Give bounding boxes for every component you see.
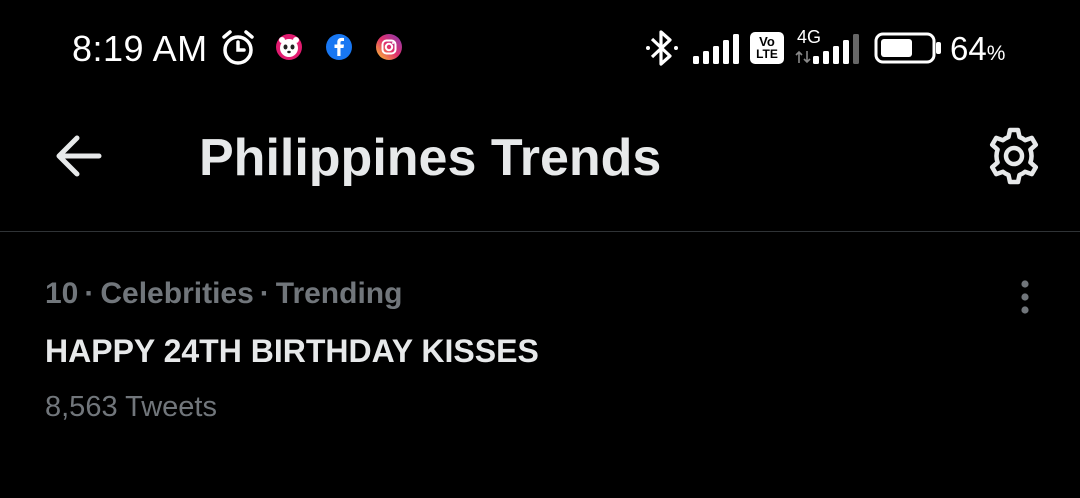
volte-icon: Vo LTE xyxy=(750,32,784,64)
header-bar: Philippines Trends xyxy=(0,100,1080,231)
volte-label-bottom: LTE xyxy=(756,47,778,61)
more-options-button[interactable] xyxy=(1000,272,1050,322)
trend-rank: 10 xyxy=(45,277,79,310)
trend-meta: 10 · Celebrities · Trending xyxy=(45,277,402,311)
trend-category: Celebrities xyxy=(100,277,254,310)
trend-meta-separator: · xyxy=(259,277,270,310)
page-title: Philippines Trends xyxy=(199,129,662,187)
signal-icon xyxy=(693,34,739,64)
trend-tweet-count: 8,563 Tweets xyxy=(45,391,217,423)
arrow-left-icon xyxy=(56,135,102,177)
trend-name[interactable]: HAPPY 24TH BIRTHDAY KISSES xyxy=(45,333,539,370)
trend-item[interactable]: 10 · Celebrities · Trending HAPPY 24TH BIRTH… xyxy=(0,232,1080,452)
battery-percent-value: 64 xyxy=(950,30,987,67)
bluetooth-icon xyxy=(646,30,678,66)
trend-meta-separator: · xyxy=(84,277,95,310)
volte-label-top: Vo xyxy=(759,34,775,49)
battery-percent-sign: % xyxy=(986,42,1006,65)
settings-button[interactable] xyxy=(978,120,1050,192)
status-time: 8:19 AM xyxy=(72,28,208,69)
foodpanda-icon xyxy=(276,34,302,60)
battery-icon xyxy=(874,32,941,64)
back-button[interactable] xyxy=(40,120,116,192)
4g-signal-icon xyxy=(813,34,859,64)
gear-icon xyxy=(989,127,1039,185)
data-arrows-icon xyxy=(795,50,811,64)
status-bar: 8:19 AM Vo LTE 4G 64% xyxy=(0,0,1080,100)
battery-percent: 64% xyxy=(950,30,1005,68)
trend-status: Trending xyxy=(275,277,403,310)
instagram-icon xyxy=(376,34,402,60)
facebook-icon xyxy=(326,34,352,60)
alarm-icon xyxy=(222,30,254,65)
more-vertical-icon xyxy=(1021,280,1029,314)
